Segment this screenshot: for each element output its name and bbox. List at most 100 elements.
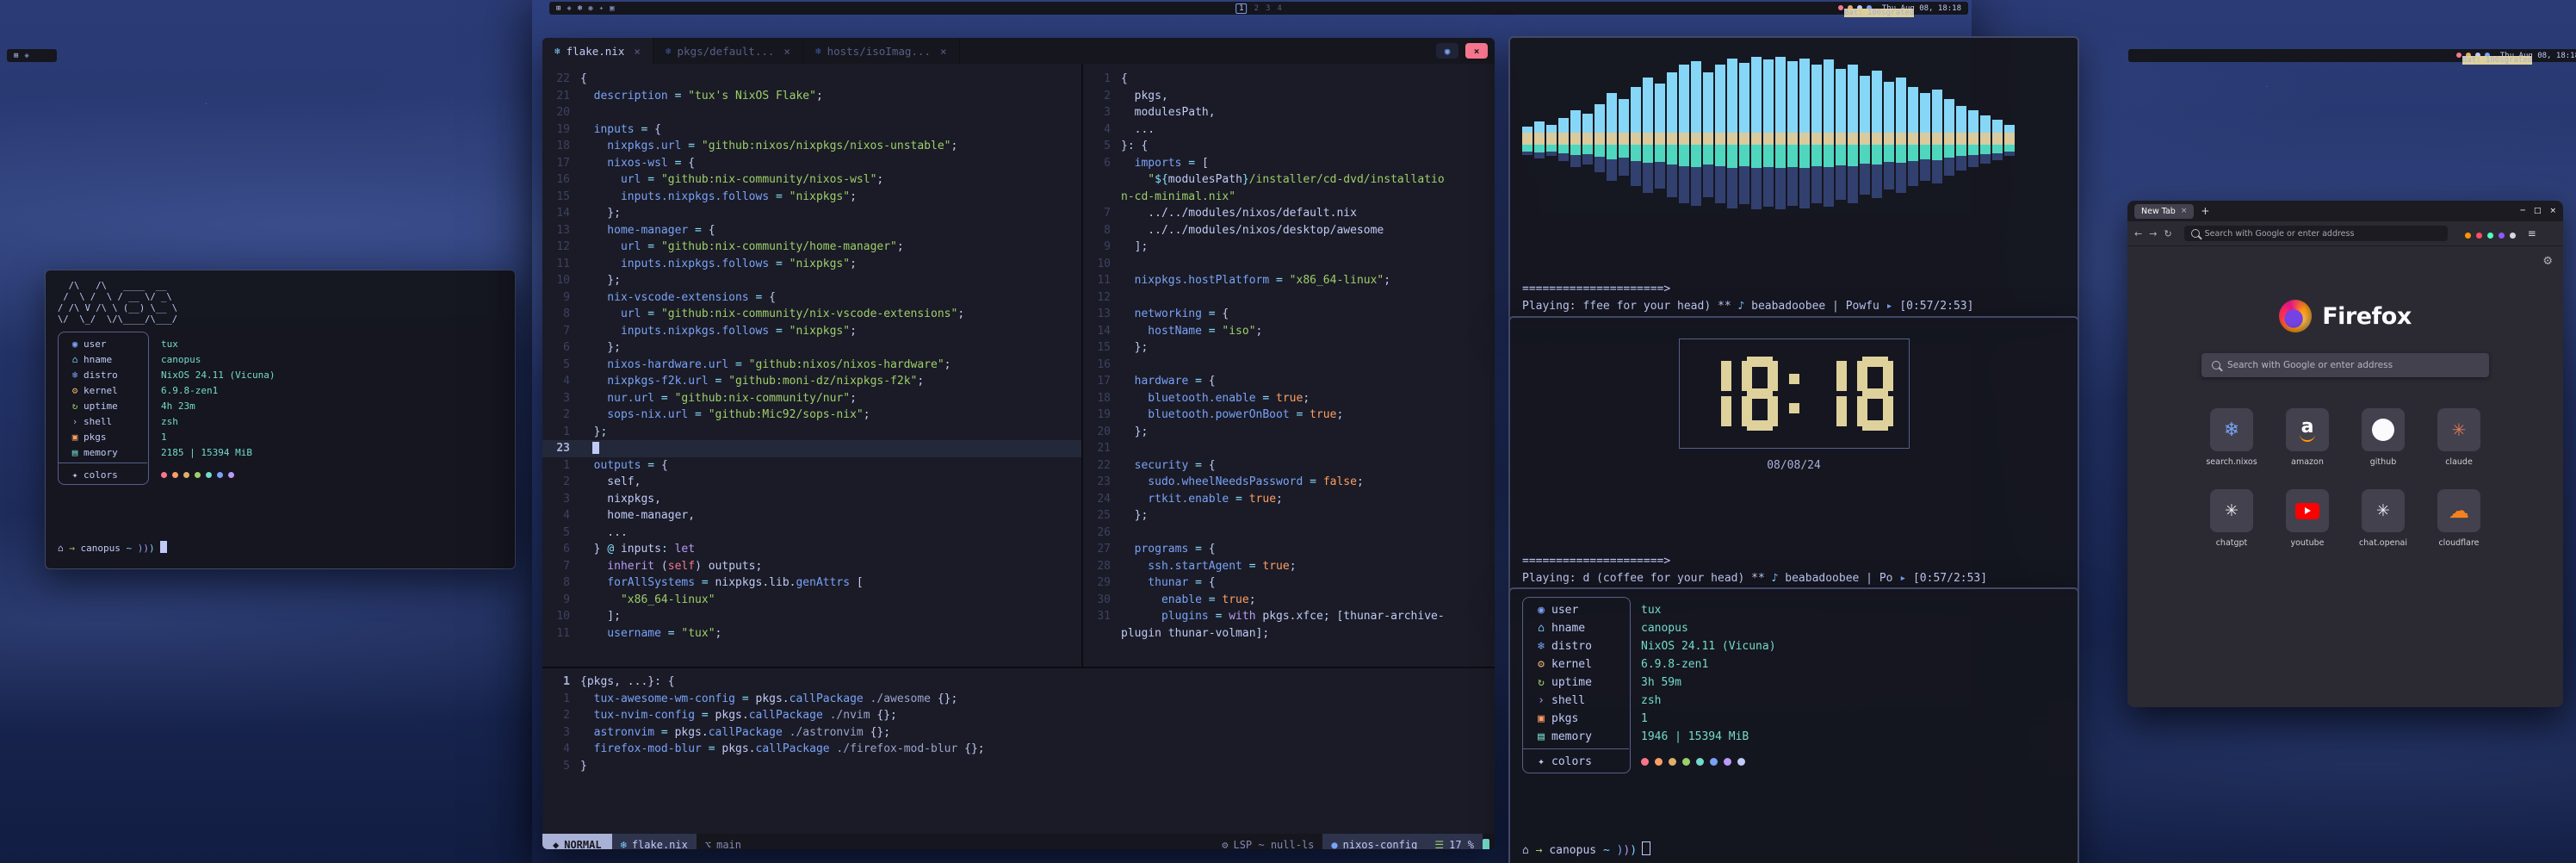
- shortcut-tile[interactable]: ✳chat.openai: [2345, 489, 2421, 548]
- system-fetch: ◉usertux⌂hnamecanopus❄distroNixOS 24.11 …: [1522, 601, 2065, 771]
- line-number: 3: [1083, 104, 1121, 121]
- tab-close-icon[interactable]: ×: [940, 45, 947, 58]
- code-text: nixpkgs.hostPlatform = "x86_64-linux";: [1121, 272, 1390, 289]
- uptime-icon: ↻: [1531, 676, 1551, 689]
- workspace-button[interactable]: 2: [1254, 4, 1259, 13]
- wave-top: [1570, 110, 1581, 133]
- editor-tab[interactable]: ❄flake.nix×: [542, 38, 653, 64]
- desktop: ⊞ ◈ P: BalancedGPU: IntegratedHome: 6msB…: [0, 0, 2576, 863]
- editor-tab[interactable]: ❄hosts/isoImag...×: [803, 38, 960, 64]
- code-text: pkgs,: [1121, 88, 1168, 105]
- cloudflare-icon: ☁: [2449, 499, 2469, 523]
- code-line: 11 username = "tux";: [542, 625, 1081, 643]
- line-number: 10: [542, 272, 580, 289]
- wave-mid: [1908, 133, 1918, 145]
- token: =: [1202, 307, 1222, 320]
- shortcut-tile[interactable]: github: [2345, 408, 2421, 467]
- line-number: 15: [1083, 339, 1121, 357]
- editor-pane-flake[interactable]: 22{21 description = "tux's NixOS Flake";…: [542, 64, 1081, 667]
- tray-icon[interactable]: [2456, 53, 2461, 58]
- wave-mid: [1775, 133, 1786, 145]
- token: }: {: [1121, 140, 1148, 152]
- forward-icon[interactable]: →: [2149, 228, 2157, 239]
- code-line: 14 };: [542, 205, 1081, 222]
- line-number: 2: [1083, 88, 1121, 105]
- prompt-chevron: ): [1630, 844, 1637, 857]
- launcher-grid-icon[interactable]: ⊞: [14, 52, 18, 60]
- maximize-button[interactable]: □: [2534, 207, 2542, 215]
- token: ;: [715, 627, 722, 640]
- code-text: home-manager = {: [580, 222, 715, 239]
- editor-tab[interactable]: ❄pkgs/default...×: [653, 38, 803, 64]
- close-button[interactable]: ×: [2549, 207, 2556, 215]
- shortcut-tile[interactable]: ❄search.nixos: [2194, 408, 2269, 467]
- code-line: 19 bluetooth.powerOnBoot = true;: [1083, 407, 1495, 424]
- app-icon[interactable]: ▣: [610, 4, 614, 13]
- url-bar[interactable]: Search with Google or enter address: [2184, 226, 2448, 241]
- shortcut-tile[interactable]: ✳chatgpt: [2194, 489, 2269, 548]
- code-line: 4 home-manager,: [542, 507, 1081, 525]
- code-line: 16 url = "github:nix-community/nixos-wsl…: [542, 171, 1081, 189]
- editor-pane-pkgs[interactable]: 1{pkgs, ...}: {1 tux-awesome-wm-config =…: [542, 667, 1495, 834]
- extension-icon[interactable]: [2499, 233, 2505, 239]
- launcher-grid-icon[interactable]: ⊞: [556, 4, 560, 13]
- prompt-host: canopus: [81, 543, 121, 554]
- shortcut-label: youtube: [2290, 538, 2324, 548]
- code-text: tux-nvim-config = pkgs.callPackage ./nvi…: [580, 707, 897, 724]
- workspace-button[interactable]: 1: [1235, 3, 1247, 14]
- visualizer-column: [1534, 50, 1545, 234]
- code-line: 30 enable = true;: [1083, 592, 1495, 609]
- app-icon[interactable]: ◈: [24, 52, 28, 60]
- code-text: inherit (self) outputs;: [580, 558, 762, 575]
- song-title: d (coffee for your head) **: [1582, 572, 1771, 585]
- buffer-pin-button[interactable]: ◉: [1436, 43, 1458, 59]
- menu-icon[interactable]: ≡: [2528, 227, 2536, 239]
- distro-icon: ❄: [66, 369, 84, 381]
- wave-teal: [1824, 145, 1834, 167]
- wave-mid: [1836, 133, 1846, 145]
- wave-teal: [1703, 145, 1713, 165]
- back-icon[interactable]: ←: [2134, 228, 2142, 239]
- shortcut-tile[interactable]: ✳claude: [2421, 408, 2497, 467]
- workspace-button[interactable]: 4: [1277, 4, 1281, 13]
- code-line: 11 nixpkgs.hostPlatform = "x86_64-linux"…: [1083, 272, 1495, 289]
- tab-close-icon[interactable]: ×: [783, 45, 790, 58]
- shortcut-tile[interactable]: aamazon: [2269, 408, 2345, 467]
- line-number: 14: [542, 205, 580, 222]
- browser-tab[interactable]: New Tab ×: [2134, 204, 2194, 219]
- app-icon[interactable]: ◉: [588, 4, 592, 13]
- shortcut-tile[interactable]: youtube: [2269, 489, 2345, 548]
- extension-icon[interactable]: [2465, 233, 2471, 239]
- new-tab-button[interactable]: +: [2201, 205, 2209, 217]
- shell-prompt[interactable]: ⌂ → canopus ~ ))): [58, 539, 503, 558]
- code-line: 7 inputs.nixpkgs.follows = "nixpkgs";: [542, 323, 1081, 340]
- code-text: nixos-wsl = {: [580, 155, 695, 172]
- app-icon[interactable]: ❄: [578, 4, 582, 13]
- palette-dot: [1696, 758, 1704, 766]
- personalize-gear-icon[interactable]: ⚙: [2542, 255, 2553, 268]
- wave-top: [1932, 90, 1942, 133]
- tray-icon[interactable]: [1838, 5, 1843, 10]
- status-segment: Bat: 100: [2462, 56, 2499, 65]
- tab-close-icon[interactable]: ×: [634, 45, 641, 58]
- shell-prompt[interactable]: ⌂ → canopus ~ ))): [1522, 841, 2065, 860]
- buffer-close-button[interactable]: ×: [1465, 43, 1488, 59]
- token: ;: [816, 90, 823, 102]
- fetch-colors-row: ✦colors: [1531, 753, 2065, 771]
- tab-close-icon[interactable]: ×: [2181, 207, 2188, 215]
- visualizer-column: [1824, 50, 1834, 234]
- extension-icon[interactable]: [2487, 233, 2493, 239]
- line-number: 25: [1083, 507, 1121, 525]
- extension-icon[interactable]: [2510, 233, 2516, 239]
- newtab-search-field[interactable]: Search with Google or enter address: [2201, 353, 2489, 377]
- extension-icon[interactable]: [2476, 233, 2482, 239]
- editor-pane-iso[interactable]: 1{2 pkgs,3 modulesPath,4 ...5}: {6 impor…: [1083, 64, 1495, 667]
- workspace-button[interactable]: 3: [1266, 4, 1270, 13]
- shortcut-tile[interactable]: ☁cloudflare: [2421, 489, 2497, 548]
- minimize-button[interactable]: ─: [2521, 207, 2525, 215]
- shortcut-label: claude: [2445, 457, 2473, 467]
- app-icon[interactable]: ◈: [567, 4, 571, 13]
- app-icon[interactable]: ✦: [599, 4, 604, 13]
- reload-icon[interactable]: ↻: [2164, 228, 2171, 239]
- wave-teal: [1848, 145, 1858, 166]
